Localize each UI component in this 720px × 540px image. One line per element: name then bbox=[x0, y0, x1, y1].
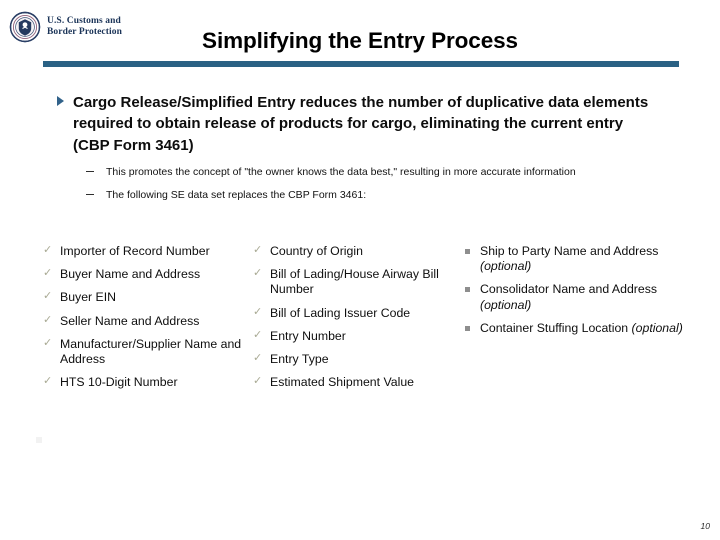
list-item: ✓ Estimated Shipment Value bbox=[250, 375, 460, 390]
check-icon: ✓ bbox=[43, 267, 53, 280]
dash-icon bbox=[86, 194, 94, 196]
check-icon: ✓ bbox=[43, 336, 53, 349]
check-icon: ✓ bbox=[43, 375, 53, 388]
list-item: ✓ Entry Number bbox=[250, 329, 460, 344]
check-icon: ✓ bbox=[253, 244, 263, 256]
list-item: ✓ Bill of Lading/House Airway Bill Numbe… bbox=[250, 267, 460, 297]
list-item-label: Buyer Name and Address bbox=[60, 267, 201, 282]
list-item-label: Buyer EIN bbox=[60, 290, 117, 305]
data-column-1: ✓ Importer of Record Number ✓ Buyer Name… bbox=[40, 244, 250, 399]
list-item-label: HTS 10-Digit Number bbox=[60, 375, 178, 390]
list-item-label: Country of Origin bbox=[270, 244, 363, 258]
cbp-logo-line-1: U.S. Customs and bbox=[47, 16, 121, 27]
triangle-right-icon bbox=[57, 96, 64, 106]
check-icon: ✓ bbox=[43, 244, 53, 256]
sub-bullet-1-text: This promotes the concept of "the owner … bbox=[106, 165, 576, 178]
list-item: Ship to Party Name and Address (optional… bbox=[460, 244, 690, 274]
sub-bullet-2-text: The following SE data set replaces the C… bbox=[106, 189, 367, 202]
main-bullet-text: Cargo Release/Simplified Entry reduces t… bbox=[73, 94, 649, 154]
list-item: Container Stuffing Location (optional) bbox=[460, 321, 690, 336]
page-title: Simplifying the Entry Process bbox=[202, 28, 518, 53]
list-item: Consolidator Name and Address (optional) bbox=[460, 282, 690, 312]
list-item-label: Bill of Lading/House Airway Bill Number bbox=[270, 267, 439, 297]
list-item: ✓ Buyer EIN bbox=[40, 290, 250, 305]
list-item-label: Importer of Record Number bbox=[60, 244, 210, 258]
faint-artifact bbox=[36, 437, 42, 443]
list-item: ✓ Importer of Record Number bbox=[40, 244, 250, 259]
list-item: ✓ HTS 10-Digit Number bbox=[40, 375, 250, 390]
list-item-optional-tag: (optional) bbox=[480, 297, 532, 312]
check-icon: ✓ bbox=[253, 352, 263, 365]
page-number: 10 bbox=[700, 521, 710, 531]
slide-header: U.S. Customs and Border Protection Simpl… bbox=[0, 0, 720, 72]
list-item-label: Entry Type bbox=[270, 352, 329, 367]
list-item-label: Container Stuffing Location bbox=[480, 320, 632, 335]
list-item: ✓ Bill of Lading Issuer Code bbox=[250, 306, 460, 321]
list-item-label: Ship to Party Name and Address bbox=[480, 244, 659, 258]
square-bullet-icon bbox=[465, 249, 470, 254]
list-item-optional-tag: (optional) bbox=[631, 320, 683, 335]
square-bullet-icon bbox=[465, 325, 470, 331]
list-item-label: Seller Name and Address bbox=[60, 313, 200, 328]
list-item-optional-tag: (optional) bbox=[480, 259, 532, 274]
slide-content: Cargo Release/Simplified Entry reduces t… bbox=[0, 72, 720, 203]
sub-bullet-1: This promotes the concept of "the owner … bbox=[86, 165, 650, 179]
list-item-label: Consolidator Name and Address bbox=[480, 282, 658, 297]
list-item-label: Bill of Lading Issuer Code bbox=[270, 305, 411, 320]
list-item: ✓ Entry Type bbox=[250, 352, 460, 367]
list-item: ✓ Country of Origin bbox=[250, 244, 460, 259]
check-icon: ✓ bbox=[253, 267, 263, 280]
title-divider bbox=[43, 61, 679, 67]
check-icon: ✓ bbox=[253, 375, 263, 388]
se-data-set-columns: ✓ Importer of Record Number ✓ Buyer Name… bbox=[0, 244, 720, 399]
dash-icon bbox=[86, 170, 94, 172]
list-item-label: Entry Number bbox=[270, 328, 346, 343]
main-bullet: Cargo Release/Simplified Entry reduces t… bbox=[56, 92, 650, 156]
check-icon: ✓ bbox=[253, 328, 263, 341]
square-bullet-icon bbox=[465, 287, 470, 293]
list-item: ✓ Buyer Name and Address bbox=[40, 267, 250, 282]
list-item-label: Estimated Shipment Value bbox=[270, 375, 414, 390]
data-column-2: ✓ Country of Origin ✓ Bill of Lading/Hou… bbox=[250, 244, 460, 399]
list-item-label: Manufacturer/Supplier Name and Address bbox=[60, 336, 242, 367]
check-icon: ✓ bbox=[43, 313, 53, 326]
data-column-3: Ship to Party Name and Address (optional… bbox=[460, 244, 690, 344]
list-item: ✓ Manufacturer/Supplier Name and Address bbox=[40, 337, 250, 367]
list-item: ✓ Seller Name and Address bbox=[40, 314, 250, 329]
check-icon: ✓ bbox=[43, 290, 53, 303]
sub-bullet-2: The following SE data set replaces the C… bbox=[86, 188, 650, 202]
check-icon: ✓ bbox=[253, 305, 263, 318]
